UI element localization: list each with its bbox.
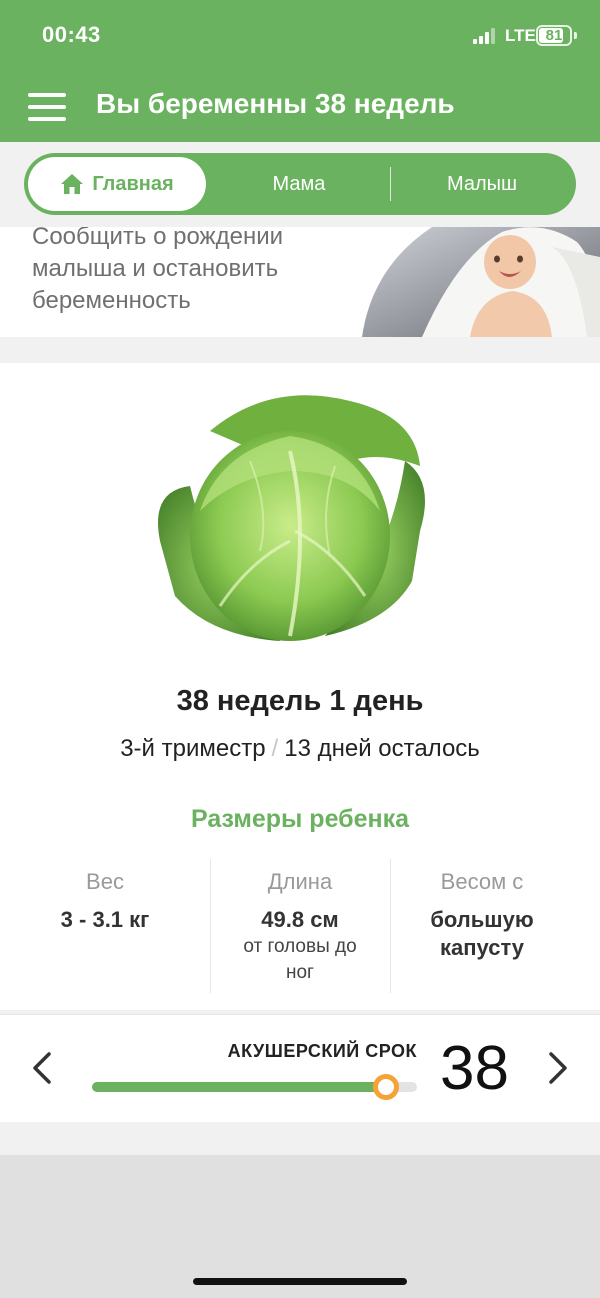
status-bar: 00:43 LTE 81	[0, 0, 600, 70]
bottom-area	[0, 1155, 600, 1298]
baby-photo	[362, 227, 600, 337]
weight-stat: Вес 3 - 3.1 кг	[15, 859, 195, 934]
trimester-label: 3-й триместр	[120, 735, 266, 762]
weight-value: 3 - 3.1 кг	[60, 907, 150, 932]
tab-mama-label: Мама	[272, 172, 326, 195]
clock: 00:43	[42, 22, 101, 47]
cellular-signal-icon	[473, 28, 499, 44]
cabbage-image	[158, 395, 425, 641]
birth-report-banner[interactable]: Сообщить о рождении малыша и остановить …	[0, 227, 600, 337]
tab-home-label: Главная	[92, 172, 174, 195]
banner-text: Сообщить о рождении малыша и остановить …	[32, 227, 284, 314]
separator: /	[271, 735, 279, 762]
week-slider[interactable]	[92, 1074, 417, 1100]
tab-mama[interactable]: Мама	[209, 157, 389, 211]
page-title: Вы беременны 38 недель	[96, 88, 455, 119]
tab-baby-label: Малыш	[446, 172, 518, 195]
tab-home[interactable]: Главная	[28, 157, 206, 211]
slider-handle[interactable]	[373, 1074, 400, 1100]
battery-nub	[574, 32, 577, 39]
obstetric-term-label: АКУШЕРСКИЙ СРОК	[227, 1041, 417, 1061]
slider-fill	[92, 1082, 387, 1092]
chevron-right-icon[interactable]	[546, 1051, 570, 1085]
chevron-left-icon[interactable]	[30, 1051, 54, 1085]
comparison-stat: Весом с большую капусту	[392, 859, 572, 962]
week-number: 38	[440, 1034, 509, 1103]
menu-button[interactable]	[28, 91, 68, 123]
length-value: 49.8 см	[261, 907, 339, 932]
tab-divider	[390, 167, 391, 201]
tab-bar: Главная Мама Малыш	[24, 153, 576, 215]
comparison-label: Весом с	[440, 869, 524, 894]
stat-divider	[390, 859, 391, 993]
comparison-value: большую капусту	[430, 907, 534, 960]
battery-level: 81	[545, 27, 563, 44]
home-icon	[61, 174, 84, 194]
length-note: от головы до ног	[243, 936, 357, 983]
baby-size-title: Размеры ребенка	[190, 805, 410, 833]
length-stat: Длина 49.8 см от головы до ног	[210, 859, 390, 986]
week-selector: АКУШЕРСКИЙ СРОК 38	[0, 1014, 600, 1122]
days-remaining: 13 дней осталось	[284, 735, 480, 762]
battery-icon: 81	[536, 25, 572, 46]
length-label: Длина	[267, 869, 333, 894]
app-header: Вы беременны 38 недель	[0, 70, 600, 142]
hamburger-icon	[28, 93, 66, 97]
tab-baby[interactable]: Малыш	[392, 157, 572, 211]
weight-label: Вес	[86, 869, 124, 894]
trimester-line: 3-й триместр/13 дней осталось	[0, 735, 600, 763]
network-type: LTE	[505, 26, 536, 45]
week-card: 38 недель 1 день 3-й триместр/13 дней ос…	[0, 363, 600, 1010]
tab-bar-container: Главная Мама Малыш	[0, 142, 600, 227]
pregnancy-duration: 38 недель 1 день	[176, 685, 424, 717]
home-indicator[interactable]	[193, 1278, 407, 1285]
